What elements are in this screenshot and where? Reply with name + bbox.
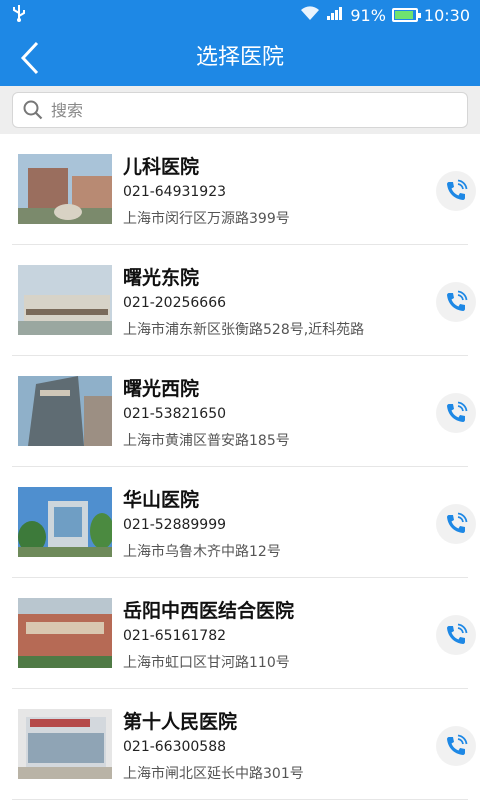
page-title: 选择医院 <box>195 45 284 70</box>
signal-icon <box>326 5 344 25</box>
call-button[interactable] <box>436 615 476 655</box>
search-box[interactable] <box>12 92 468 128</box>
search-bar <box>0 86 480 134</box>
hospital-phone: 021-64931923 <box>123 184 227 200</box>
hospital-address: 上海市黄浦区普安路185号 <box>123 433 290 449</box>
hospital-address: 上海市虹口区甘河路110号 <box>123 655 290 671</box>
hospital-name: 曙光西院 <box>123 378 200 400</box>
search-input[interactable] <box>51 100 431 120</box>
clock: 10:30 <box>423 5 470 25</box>
title-bar: 选择医院 <box>0 30 480 86</box>
hospital-list: 儿科医院 021-64931923 上海市闵行区万源路399号 曙光东院 021… <box>0 134 480 800</box>
hospital-photo <box>18 154 112 224</box>
hospital-address: 上海市乌鲁木齐中路12号 <box>123 544 281 560</box>
phone-call-icon <box>447 512 468 533</box>
battery-icon <box>391 8 421 22</box>
hospital-item[interactable]: 华山医院 021-52889999 上海市乌鲁木齐中路12号 <box>12 467 476 578</box>
call-button[interactable] <box>436 171 476 211</box>
hospital-photo <box>18 265 112 335</box>
wifi-icon <box>300 5 320 25</box>
hospital-photo <box>18 598 112 668</box>
hospital-phone: 021-66300588 <box>123 739 227 755</box>
hospital-item[interactable]: 曙光东院 021-20256666 上海市浦东新区张衡路528号,近科苑路 <box>12 245 476 356</box>
phone-call-icon <box>447 734 468 755</box>
hospital-phone: 021-52889999 <box>123 517 227 533</box>
phone-call-icon <box>447 179 468 200</box>
hospital-photo <box>18 709 112 779</box>
call-button[interactable] <box>436 504 476 544</box>
hospital-phone: 021-20256666 <box>123 295 227 311</box>
hospital-photo <box>18 487 112 557</box>
usb-icon <box>12 4 26 26</box>
hospital-address: 上海市闵行区万源路399号 <box>123 211 290 227</box>
hospital-name: 第十人民医院 <box>123 711 238 733</box>
hospital-item[interactable]: 曙光西院 021-53821650 上海市黄浦区普安路185号 <box>12 356 476 467</box>
hospital-name: 曙光东院 <box>123 267 200 289</box>
hospital-photo <box>18 376 112 446</box>
call-button[interactable] <box>436 282 476 322</box>
phone-call-icon <box>447 290 468 311</box>
hospital-phone: 021-53821650 <box>123 406 227 422</box>
status-right: 91% 10:30 <box>300 5 470 25</box>
battery-percent: 91% <box>350 5 386 25</box>
hospital-address: 上海市闸北区延长中路301号 <box>123 766 304 782</box>
call-button[interactable] <box>436 393 476 433</box>
hospital-name: 儿科医院 <box>123 156 200 178</box>
status-bar: 91% 10:30 <box>0 0 480 30</box>
hospital-item[interactable]: 第十人民医院 021-66300588 上海市闸北区延长中路301号 <box>12 689 476 800</box>
hospital-item[interactable]: 儿科医院 021-64931923 上海市闵行区万源路399号 <box>12 134 476 245</box>
phone-call-icon <box>447 401 468 422</box>
hospital-name: 岳阳中西医结合医院 <box>123 600 295 622</box>
hospital-phone: 021-65161782 <box>123 628 227 644</box>
hospital-item[interactable]: 岳阳中西医结合医院 021-65161782 上海市虹口区甘河路110号 <box>12 578 476 689</box>
search-icon <box>23 100 43 120</box>
call-button[interactable] <box>436 726 476 766</box>
hospital-name: 华山医院 <box>123 489 200 511</box>
hospital-address: 上海市浦东新区张衡路528号,近科苑路 <box>123 322 365 338</box>
phone-call-icon <box>447 623 468 644</box>
